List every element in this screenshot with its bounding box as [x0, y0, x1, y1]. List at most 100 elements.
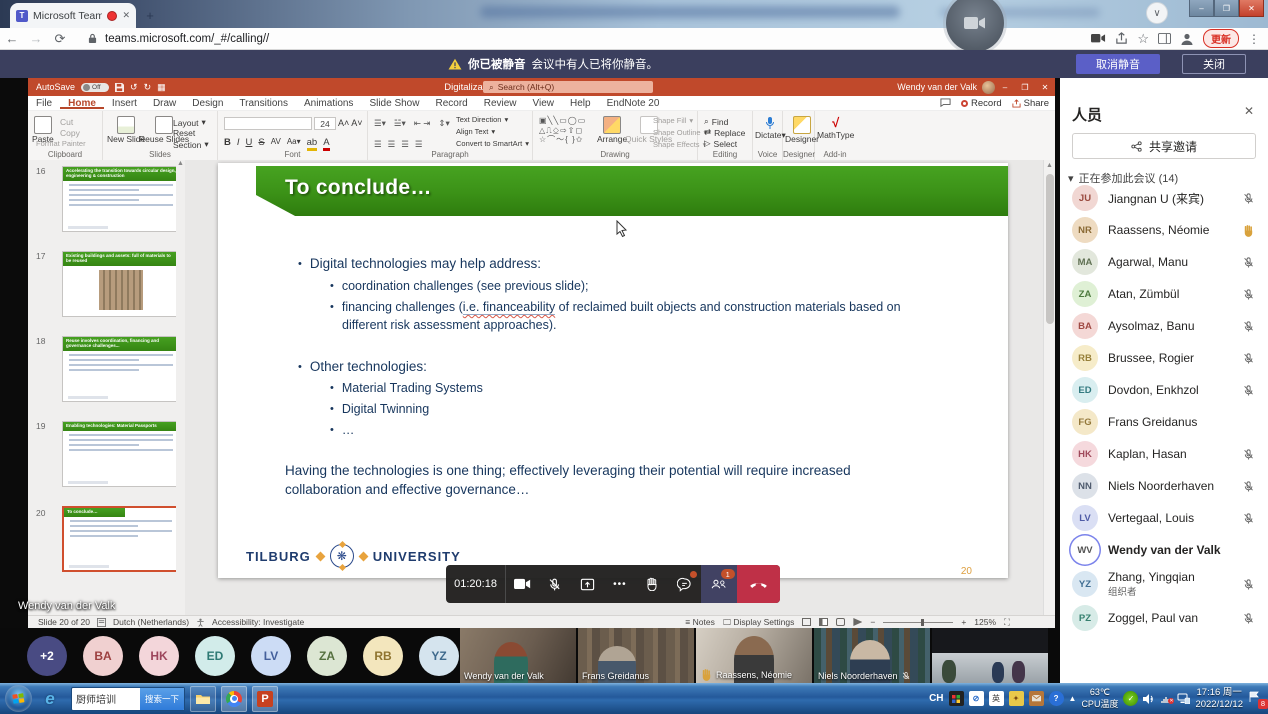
back-icon[interactable]: ←: [0, 31, 24, 46]
shapes-gallery[interactable]: ▣╲╲▭◯▭△⎍⎐⇨⇧◻☆⌒〜{ }✩: [539, 116, 586, 145]
raise-hand-button[interactable]: [636, 565, 669, 603]
participant-row[interactable]: NR Raassens, Néomie: [1060, 214, 1268, 246]
main-scrollbar[interactable]: ▲: [1043, 160, 1055, 615]
replace-button[interactable]: ⇄ Replace: [704, 127, 745, 138]
normal-view-icon[interactable]: [802, 618, 811, 626]
sorter-view-icon[interactable]: [819, 618, 828, 626]
new-tab-button[interactable]: +: [142, 7, 158, 23]
shape-fill-button[interactable]: Shape Fill▾: [653, 116, 693, 125]
overflow-avatar[interactable]: +2: [27, 636, 67, 676]
explorer-icon[interactable]: [190, 686, 216, 712]
participant-row-organizer[interactable]: YZ Zhang, Yingqian组织者: [1060, 566, 1268, 602]
powerpoint-taskbar-icon[interactable]: P: [252, 686, 278, 712]
zoom-level[interactable]: 125%: [974, 617, 996, 627]
security-shield-icon[interactable]: ✓: [1123, 691, 1138, 706]
find-button[interactable]: ⌕ Find: [704, 116, 728, 127]
action-center-flag-icon[interactable]: 8: [1248, 691, 1264, 707]
line-spacing-button[interactable]: ⇕▾: [438, 118, 449, 129]
url-text[interactable]: teams.microsoft.com/_#/calling//: [105, 33, 1091, 45]
bookmark-star-icon[interactable]: ☆: [1137, 31, 1149, 47]
slide-canvas[interactable]: To conclude… Digital technologies may he…: [218, 163, 1008, 578]
window-chevron-button[interactable]: ∨: [1146, 2, 1168, 24]
close-button[interactable]: ✕: [1239, 0, 1264, 17]
participant-row[interactable]: PZ Zoggel, Paul van: [1060, 602, 1268, 634]
start-button[interactable]: [5, 685, 32, 712]
cpu-temp-indicator[interactable]: 63℃CPU温度: [1081, 687, 1118, 710]
forward-icon[interactable]: →: [24, 31, 48, 46]
network-pc-icon[interactable]: [1177, 693, 1190, 704]
participant-avatar[interactable]: YZ: [419, 636, 459, 676]
cut-button[interactable]: Cut: [60, 117, 73, 127]
font-size-box[interactable]: 24: [314, 117, 336, 130]
share-invite-button[interactable]: 共享邀请: [1072, 133, 1256, 159]
align-left-button[interactable]: ☰: [374, 139, 382, 150]
italic-button[interactable]: I: [237, 137, 240, 151]
ime-grid-icon[interactable]: [949, 691, 964, 706]
hang-up-button[interactable]: [737, 565, 780, 603]
redo-icon[interactable]: ↻: [144, 82, 152, 93]
font-color-button[interactable]: A: [323, 137, 329, 151]
tray-app-icon[interactable]: ✦: [1009, 691, 1024, 706]
menu-endnote[interactable]: EndNote 20: [599, 98, 668, 109]
select-button[interactable]: ▷ Select: [704, 138, 737, 149]
participant-avatar[interactable]: ED: [195, 636, 235, 676]
ppt-close-button[interactable]: ✕: [1035, 78, 1055, 96]
align-right-button[interactable]: ☰: [401, 139, 409, 150]
video-tile-frans[interactable]: Frans Greidanus: [578, 628, 694, 683]
taskbar-search-button[interactable]: 搜索一下: [140, 688, 184, 710]
menu-design[interactable]: Design: [184, 98, 231, 109]
bullets-button[interactable]: ☰▾: [374, 118, 386, 129]
menu-home[interactable]: Home: [60, 98, 104, 109]
justify-button[interactable]: ☰: [415, 139, 423, 150]
mathtype-button[interactable]: √MathType: [817, 116, 854, 141]
participant-row[interactable]: MA Agarwal, Manu: [1060, 246, 1268, 278]
mic-muted-button[interactable]: [539, 565, 572, 603]
ppt-search-box[interactable]: ⌕ Search (Alt+Q): [483, 81, 653, 93]
side-panel-icon[interactable]: [1158, 33, 1171, 44]
ie-icon[interactable]: e: [37, 686, 63, 712]
arrange-button[interactable]: Arrange: [597, 116, 627, 145]
chrome-icon[interactable]: [221, 686, 247, 712]
participant-row-self[interactable]: WV Wendy van der Valk: [1060, 534, 1268, 566]
format-painter-button[interactable]: Format Painter: [36, 139, 86, 148]
menu-slideshow[interactable]: Slide Show: [361, 98, 427, 109]
menu-review[interactable]: Review: [476, 98, 525, 109]
participant-row[interactable]: JU Jiangnan U (来宾): [1060, 182, 1268, 214]
slideshow-view-icon[interactable]: [853, 618, 862, 626]
participant-avatar[interactable]: HK: [139, 636, 179, 676]
panel-close-icon[interactable]: ✕: [1244, 104, 1254, 118]
zoom-in-button[interactable]: +: [961, 617, 966, 627]
share-icon[interactable]: [1115, 32, 1128, 45]
reactions-button[interactable]: [669, 565, 702, 603]
change-case-button[interactable]: Aa▾: [287, 137, 301, 151]
more-actions-button[interactable]: •••: [604, 565, 637, 603]
browser-tab-teams[interactable]: T Microsoft Teams ✕: [10, 3, 136, 28]
reload-icon[interactable]: ⟳: [48, 31, 72, 47]
video-tile-room[interactable]: [932, 628, 1048, 683]
menu-animations[interactable]: Animations: [296, 98, 361, 109]
copy-button[interactable]: Copy: [60, 128, 80, 138]
menu-record[interactable]: Record: [427, 98, 475, 109]
menu-view[interactable]: View: [525, 98, 563, 109]
browser-menu-icon[interactable]: ⋮: [1248, 32, 1260, 46]
network-warning-icon[interactable]: ✕: [1160, 694, 1172, 704]
camera-extension-icon[interactable]: [1091, 33, 1106, 43]
language-indicator[interactable]: CH: [929, 693, 943, 704]
zoom-slider[interactable]: [883, 622, 953, 623]
restore-button[interactable]: ❐: [1214, 0, 1239, 17]
highlight-button[interactable]: ab: [307, 137, 318, 151]
camera-button[interactable]: [506, 565, 539, 603]
participant-avatar[interactable]: LV: [251, 636, 291, 676]
participant-row[interactable]: ZA Atan, Zümbül: [1060, 278, 1268, 310]
ppt-minimize-button[interactable]: –: [995, 78, 1015, 96]
autosave-toggle[interactable]: Off: [81, 83, 109, 92]
participant-row[interactable]: BA Aysolmaz, Banu: [1060, 310, 1268, 342]
dismiss-notification-button[interactable]: 关闭: [1182, 54, 1246, 74]
menu-help[interactable]: Help: [562, 98, 599, 109]
participant-avatar[interactable]: RB: [363, 636, 403, 676]
ime-disabled-icon[interactable]: ⊘: [969, 691, 984, 706]
tray-help-icon[interactable]: ?: [1049, 691, 1064, 706]
participant-row[interactable]: RB Brussee, Rogier: [1060, 342, 1268, 374]
menu-transitions[interactable]: Transitions: [231, 98, 296, 109]
language-label[interactable]: Dutch (Netherlands): [113, 617, 189, 627]
